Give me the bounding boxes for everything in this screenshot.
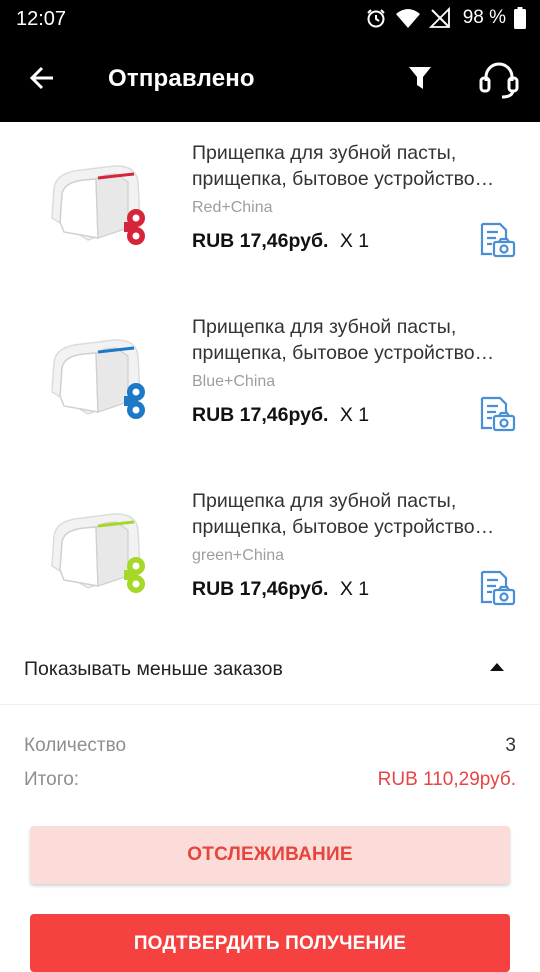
no-signal-icon (428, 7, 451, 29)
photo-review-button[interactable] (478, 394, 518, 434)
product-variant: green+China (192, 547, 285, 564)
total-label: Итого: (24, 769, 80, 790)
filter-button[interactable] (400, 58, 440, 98)
product-title-line: прищепка, бытовое устройство… (192, 168, 495, 190)
support-button[interactable] (476, 56, 522, 102)
status-bar: 12:07 98 % (0, 0, 540, 36)
filter-icon (409, 67, 431, 89)
battery-level: 98 % (462, 7, 506, 28)
order-item[interactable]: Прищепка для зубной пасты, прищепка, быт… (0, 470, 540, 644)
show-fewer-orders-label: Показывать меньше заказов (24, 658, 283, 680)
product-variant: Red+China (192, 199, 273, 216)
show-fewer-orders-toggle[interactable]: Показывать меньше заказов (0, 636, 540, 705)
photo-review-button[interactable] (478, 568, 518, 608)
page-title: Отправлено (108, 65, 255, 92)
product-title-line: прищепка, бытовое устройство… (192, 516, 495, 538)
product-price: RUB 17,46руб. (192, 578, 329, 600)
photo-review-icon (480, 396, 516, 432)
total-value: RUB 110,29руб. (377, 769, 516, 790)
photo-review-icon (480, 570, 516, 606)
product-price: RUB 17,46руб. (192, 230, 329, 252)
product-title-line: прищепка, бытовое устройство… (192, 342, 495, 364)
status-time: 12:07 (16, 8, 67, 30)
product-title[interactable]: Прищепка для зубной пасты, прищепка, быт… (192, 140, 522, 192)
status-icons: 98 % (357, 6, 526, 30)
photo-review-icon (480, 222, 516, 258)
product-title-line: Прищепка для зубной пасты, (192, 316, 457, 338)
product-quantity: X 1 (339, 578, 370, 600)
order-item[interactable]: Прищепка для зубной пасты, прищепка, быт… (0, 296, 540, 470)
product-title-line: Прищепка для зубной пасты, (192, 490, 457, 512)
order-item[interactable]: Прищепка для зубной пасты, прищепка, быт… (0, 122, 540, 296)
product-title[interactable]: Прищепка для зубной пасты, прищепка, быт… (192, 488, 522, 540)
alarm-icon (365, 7, 387, 29)
headset-icon (479, 62, 519, 99)
battery-icon (514, 7, 526, 29)
photo-review-button[interactable] (478, 220, 518, 260)
product-image[interactable] (24, 314, 176, 444)
quantity-label: Количество (24, 735, 127, 756)
product-image[interactable] (24, 488, 176, 618)
product-title[interactable]: Прищепка для зубной пасты, прищепка, быт… (192, 314, 522, 366)
quantity-value: 3 (505, 735, 516, 756)
price-row: RUB 17,46руб. X 1 (192, 230, 369, 253)
product-title-line: Прищепка для зубной пасты, (192, 142, 457, 164)
app-bar: Отправлено (0, 36, 540, 122)
track-order-button[interactable]: ОТСЛЕЖИВАНИЕ (30, 826, 510, 884)
wifi-icon (395, 7, 421, 29)
back-arrow-icon (29, 66, 53, 90)
product-price: RUB 17,46руб. (192, 404, 329, 426)
price-row: RUB 17,46руб. X 1 (192, 404, 369, 427)
price-row: RUB 17,46руб. X 1 (192, 578, 369, 601)
caret-up-icon (490, 663, 504, 671)
product-quantity: X 1 (339, 230, 370, 252)
product-image[interactable] (24, 140, 176, 270)
product-variant: Blue+China (192, 373, 276, 390)
confirm-receipt-button[interactable]: ПОДТВЕРДИТЬ ПОЛУЧЕНИЕ (30, 914, 510, 972)
product-quantity: X 1 (339, 404, 370, 426)
back-button[interactable] (22, 58, 62, 98)
